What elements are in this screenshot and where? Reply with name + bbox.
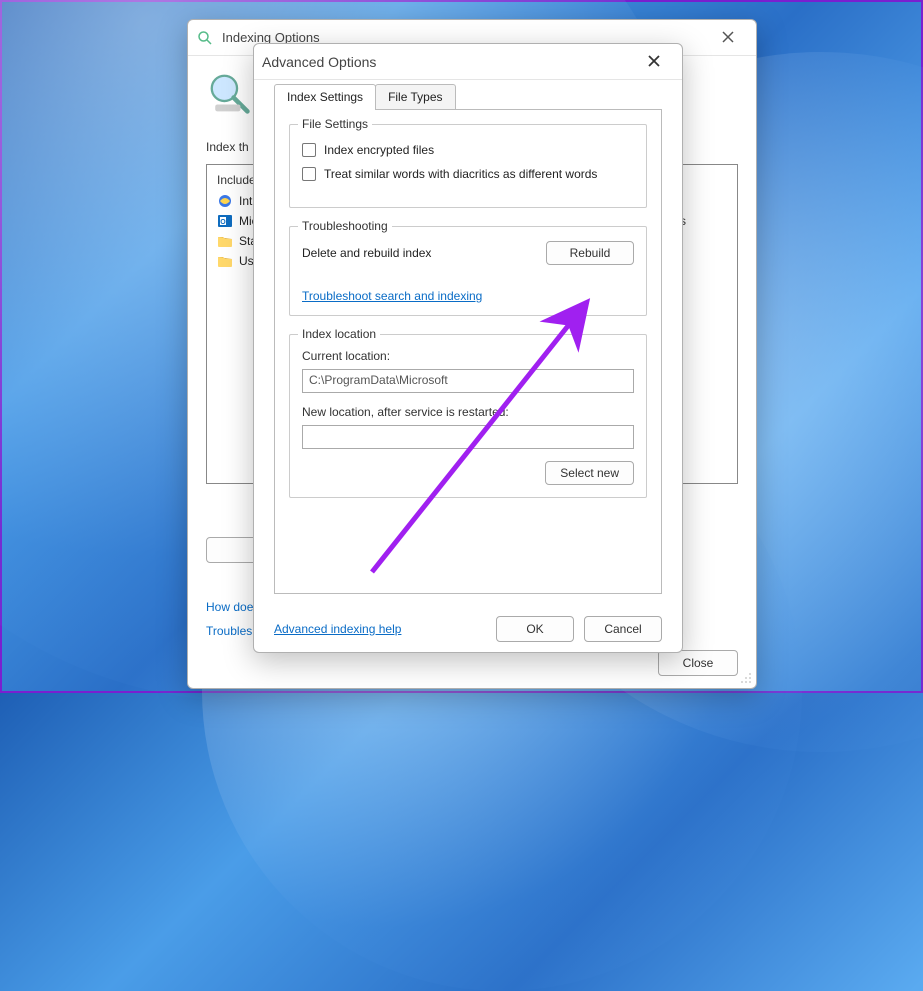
group-index-location: Index location Current location: C:\Prog… [289, 334, 647, 498]
folder-icon [217, 253, 233, 269]
label-diacritics: Treat similar words with diacritics as d… [324, 167, 597, 181]
select-new-button[interactable]: Select new [545, 461, 634, 485]
close-icon [722, 30, 734, 46]
checkbox-diacritics[interactable] [302, 167, 316, 181]
tabs: Index Settings File Types [274, 84, 662, 110]
troubleshoot-link-partial[interactable]: Troubles [206, 624, 253, 638]
titlebar-advanced: Advanced Options [254, 44, 682, 80]
label-encrypted: Index encrypted files [324, 143, 434, 157]
label-new-location: New location, after service is restarted… [302, 405, 634, 419]
close-button-advanced[interactable] [634, 48, 674, 76]
legend-file-settings: File Settings [298, 117, 372, 131]
magnifier-icon [206, 70, 252, 116]
resize-grip-icon[interactable] [740, 672, 752, 684]
group-troubleshooting: Troubleshooting Delete and rebuild index… [289, 226, 647, 316]
tab-panel-index-settings: File Settings Index encrypted files Trea… [274, 109, 662, 594]
folder-icon [217, 233, 233, 249]
close-icon [648, 54, 660, 70]
outlook-icon: O [217, 213, 233, 229]
list-item-label: Int [239, 194, 252, 208]
ok-button[interactable]: OK [496, 616, 574, 642]
ie-icon [217, 193, 233, 209]
how-does-indexing-link[interactable]: How doe [206, 600, 253, 614]
svg-text:O: O [220, 219, 226, 226]
indexing-options-icon [196, 29, 214, 47]
field-new-location[interactable] [302, 425, 634, 449]
group-file-settings: File Settings Index encrypted files Trea… [289, 124, 647, 208]
tab-index-settings[interactable]: Index Settings [274, 84, 376, 110]
title-advanced: Advanced Options [262, 54, 376, 70]
checkbox-encrypted[interactable] [302, 143, 316, 157]
field-current-location: C:\ProgramData\Microsoft [302, 369, 634, 393]
label-current-location: Current location: [302, 349, 634, 363]
troubleshoot-search-link[interactable]: Troubleshoot search and indexing [302, 289, 482, 303]
tab-file-types[interactable]: File Types [375, 84, 455, 110]
label-delete-rebuild: Delete and rebuild index [302, 246, 431, 260]
close-button-indexing[interactable] [708, 24, 748, 52]
rebuild-button[interactable]: Rebuild [546, 241, 634, 265]
advanced-indexing-help-link[interactable]: Advanced indexing help [274, 622, 401, 636]
window-advanced-options: Advanced Options Index Settings File Typ… [253, 43, 683, 653]
legend-index-location: Index location [298, 327, 380, 341]
cancel-button[interactable]: Cancel [584, 616, 662, 642]
legend-troubleshooting: Troubleshooting [298, 219, 392, 233]
